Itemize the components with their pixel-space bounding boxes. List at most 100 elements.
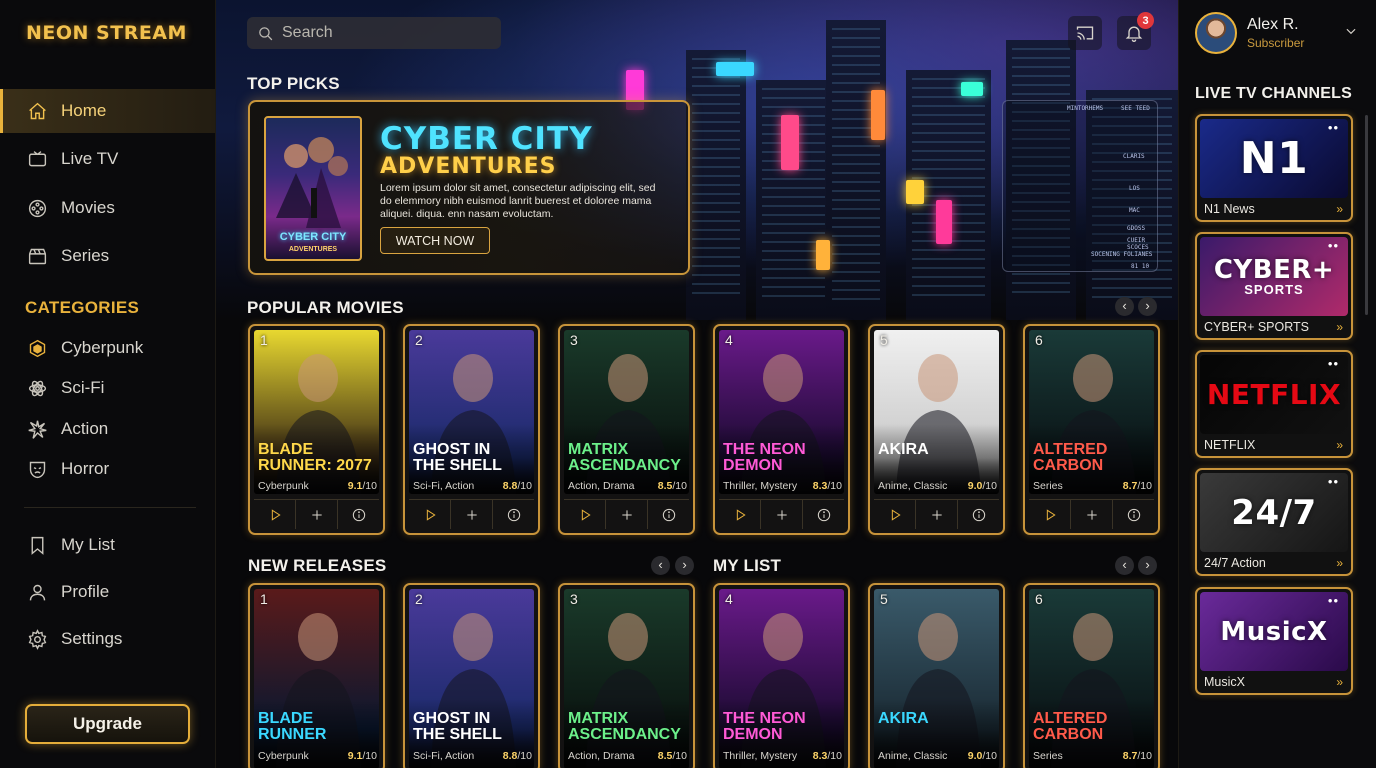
hero-poster-subtitle: ADVENTURES xyxy=(288,246,338,253)
add-to-list-button[interactable] xyxy=(451,500,493,529)
movie-title-line2: DEMON xyxy=(723,726,783,743)
add-to-list-button[interactable] xyxy=(916,500,958,529)
channel-tile[interactable]: 24/7 •• 24/7 Action » xyxy=(1195,468,1353,576)
play-button[interactable] xyxy=(1029,500,1071,529)
play-button[interactable] xyxy=(564,500,606,529)
search-input[interactable] xyxy=(282,24,492,42)
card-actions xyxy=(874,499,999,529)
info-button[interactable] xyxy=(493,500,534,529)
movie-card[interactable]: 4 THE NEON DEMON Thriller, Mystery 8.3/1… xyxy=(713,583,850,768)
channel-tile[interactable]: NETFLIX •• NETFLIX » xyxy=(1195,350,1353,458)
play-button[interactable] xyxy=(719,500,761,529)
movie-card[interactable]: 1 BLADE RUNNER: 2077 Cyberpunk 9.1/10 xyxy=(248,324,385,535)
movie-poster[interactable] xyxy=(874,330,999,494)
more-options-icon[interactable]: •• xyxy=(1328,593,1339,608)
more-options-icon[interactable]: •• xyxy=(1328,474,1339,489)
movie-card[interactable]: 3 MATRIX ASCENDANCY Action, Drama 8.5/10 xyxy=(558,583,695,768)
my-list-prev-button[interactable]: ‹ xyxy=(1115,556,1134,575)
movie-card[interactable]: 2 GHOST IN THE SHELL Sci-Fi, Action 8.8/… xyxy=(403,324,540,535)
user-name[interactable]: Alex R. xyxy=(1247,16,1299,34)
more-options-icon[interactable]: •• xyxy=(1328,238,1339,253)
movie-card[interactable]: 5 AKIRA Anime, Classic 9.0/10 xyxy=(868,324,1005,535)
more-options-icon[interactable]: •• xyxy=(1328,120,1339,135)
sidebar-item-horror[interactable]: Horror xyxy=(0,449,215,489)
movie-title: AKIRA xyxy=(878,711,997,727)
movie-meta: Cyberpunk 9.1/10 xyxy=(258,480,377,492)
rank-number: 4 xyxy=(725,591,733,607)
info-button[interactable] xyxy=(338,500,379,529)
movie-card[interactable]: 1 BLADE RUNNER Cyberpunk 9.1/10 xyxy=(248,583,385,768)
app-logo[interactable]: NEON STREAM xyxy=(26,22,187,44)
add-to-list-button[interactable] xyxy=(296,500,338,529)
search-bar[interactable] xyxy=(247,17,501,49)
sidebar-item-live-tv[interactable]: Live TV xyxy=(0,137,215,181)
movie-title-line1: GHOST IN xyxy=(413,441,491,458)
info-button[interactable] xyxy=(648,500,689,529)
upgrade-button[interactable]: Upgrade xyxy=(25,704,190,744)
bookmark-icon xyxy=(26,534,48,556)
notifications-button[interactable]: 3 xyxy=(1117,12,1154,50)
channel-thumbnail: CYBER+ SPORTS xyxy=(1200,237,1348,316)
rank-number: 2 xyxy=(415,591,423,607)
movie-card[interactable]: 6 ALTERED CARBON Series 8.7/10 xyxy=(1023,324,1160,535)
top-picks-heading: TOP PICKS xyxy=(247,74,340,93)
rating-scale: /10 xyxy=(672,750,687,762)
channel-thumbnail: MusicX xyxy=(1200,592,1348,671)
info-button[interactable] xyxy=(1113,500,1154,529)
sidebar-item-home[interactable]: Home xyxy=(0,89,215,133)
sidebar-item-my-list[interactable]: My List xyxy=(0,523,215,567)
avatar[interactable] xyxy=(1195,12,1237,54)
hero-banner[interactable]: CYBER CITY ADVENTURES CYBER CITY ADVENTU… xyxy=(248,100,690,275)
sidebar-item-cyberpunk[interactable]: Cyberpunk xyxy=(0,328,215,368)
channel-logo: 24/7 xyxy=(1231,492,1317,533)
new-releases-next-button[interactable]: › xyxy=(675,556,694,575)
add-to-list-button[interactable] xyxy=(1071,500,1113,529)
more-options-icon[interactable]: •• xyxy=(1328,356,1339,371)
rating-value: 8.7 xyxy=(1122,480,1138,492)
sidebar-item-sci-fi[interactable]: Sci-Fi xyxy=(0,368,215,408)
play-button[interactable] xyxy=(409,500,451,529)
movie-poster[interactable] xyxy=(874,589,999,768)
channel-list-scrollbar[interactable] xyxy=(1365,115,1368,315)
movie-meta: Sci-Fi, Action 8.8/10 xyxy=(413,750,532,762)
sidebar-item-movies[interactable]: Movies xyxy=(0,186,215,230)
movie-meta: Anime, Classic 9.0/10 xyxy=(878,750,997,762)
info-button[interactable] xyxy=(803,500,844,529)
add-to-list-button[interactable] xyxy=(761,500,803,529)
channel-name: NETFLIX xyxy=(1204,438,1256,452)
movie-card[interactable]: 5 AKIRA Anime, Classic 9.0/10 xyxy=(868,583,1005,768)
movie-rating: 9.1/10 xyxy=(348,480,377,492)
info-button[interactable] xyxy=(958,500,999,529)
new-releases-prev-button[interactable]: ‹ xyxy=(651,556,670,575)
movie-card[interactable]: 4 THE NEON DEMON Thriller, Mystery 8.3/1… xyxy=(713,324,850,535)
search-icon xyxy=(259,26,273,40)
hero-poster[interactable]: CYBER CITY ADVENTURES xyxy=(264,116,362,261)
movie-card[interactable]: 3 MATRIX ASCENDANCY Action, Drama 8.5/10 xyxy=(558,324,695,535)
new-releases-heading: NEW RELEASES xyxy=(248,556,387,575)
sidebar-item-profile[interactable]: Profile xyxy=(0,570,215,614)
sidebar-item-series[interactable]: Series xyxy=(0,234,215,278)
popular-next-button[interactable]: › xyxy=(1138,297,1157,316)
sidebar-item-settings[interactable]: Settings xyxy=(0,617,215,661)
hero-subtitle: ADVENTURES xyxy=(380,154,557,179)
movie-card[interactable]: 6 ALTERED CARBON Series 8.7/10 xyxy=(1023,583,1160,768)
hero-title: CYBER CITY xyxy=(380,121,593,157)
popular-prev-button[interactable]: ‹ xyxy=(1115,297,1134,316)
movie-card[interactable]: 2 GHOST IN THE SHELL Sci-Fi, Action 8.8/… xyxy=(403,583,540,768)
tv-icon xyxy=(26,148,48,170)
channel-tile[interactable]: MusicX •• MusicX » xyxy=(1195,587,1353,695)
play-button[interactable] xyxy=(254,500,296,529)
cast-button[interactable] xyxy=(1068,16,1102,50)
play-button[interactable] xyxy=(874,500,916,529)
movie-title-line1: AKIRA xyxy=(878,710,929,727)
channel-tile[interactable]: CYBER+ SPORTS •• CYBER+ SPORTS » xyxy=(1195,232,1353,340)
add-to-list-button[interactable] xyxy=(606,500,648,529)
movie-meta: Series 8.7/10 xyxy=(1033,480,1152,492)
my-list-next-button[interactable]: › xyxy=(1138,556,1157,575)
watch-now-button[interactable]: WATCH NOW xyxy=(380,227,490,254)
movie-meta: Thriller, Mystery 8.3/10 xyxy=(723,480,842,492)
account-menu-toggle[interactable] xyxy=(1344,24,1358,43)
channel-tile[interactable]: N1 •• N1 News » xyxy=(1195,114,1353,222)
sidebar-item-action[interactable]: Action xyxy=(0,409,215,449)
movie-meta: Sci-Fi, Action 8.8/10 xyxy=(413,480,532,492)
